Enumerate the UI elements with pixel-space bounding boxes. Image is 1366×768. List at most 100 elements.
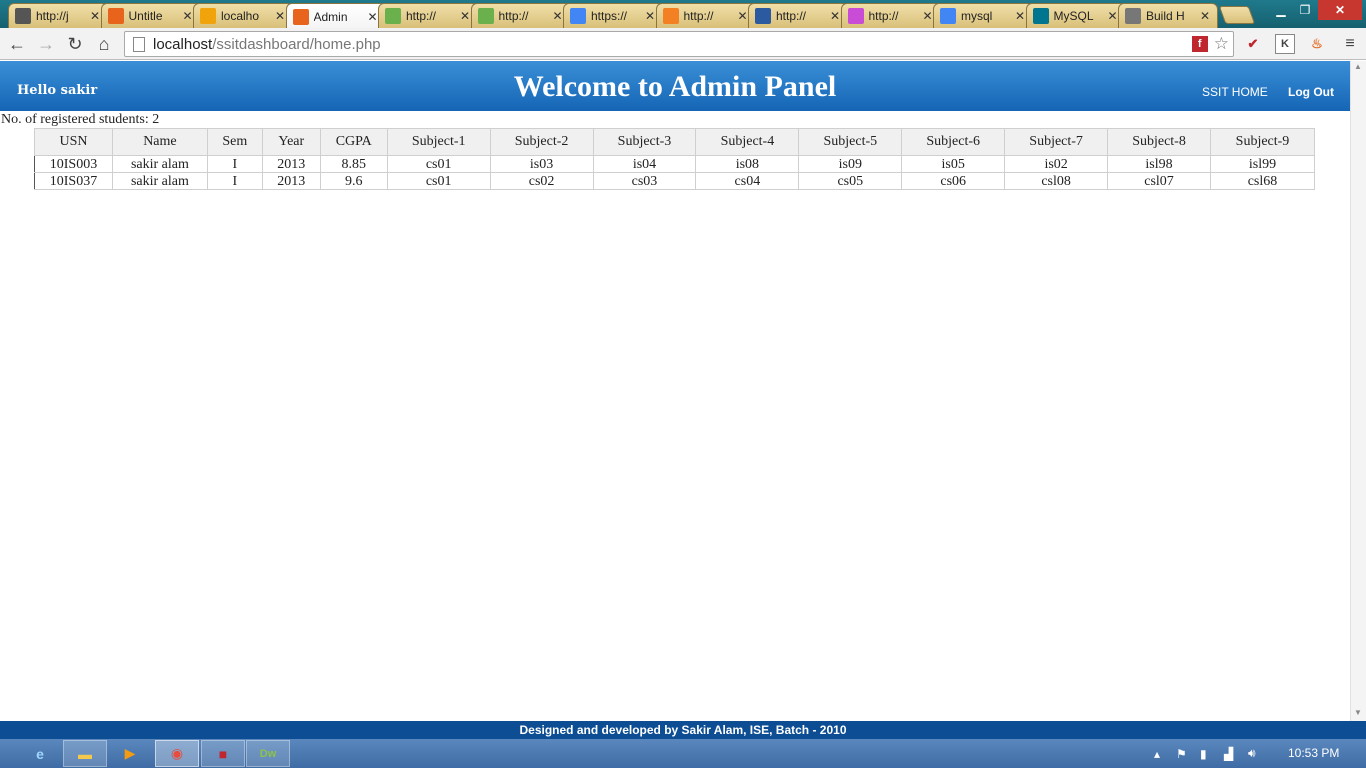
admin-header: Hello sakir Welcome to Admin Panel SSIT … xyxy=(0,61,1350,111)
browser-tab[interactable]: http:// ✕ xyxy=(840,3,941,28)
close-tab-icon[interactable]: ✕ xyxy=(459,9,471,23)
chrome-icon[interactable]: ◉ xyxy=(155,740,199,767)
table-cell: cs01 xyxy=(386,172,491,190)
address-bar[interactable]: localhost /ssitdashboard/home.php f ☆ xyxy=(124,31,1234,57)
close-tab-icon[interactable]: ✕ xyxy=(644,9,656,23)
tab-title: Build H xyxy=(1146,9,1185,23)
color-wheel-icon xyxy=(847,8,864,24)
close-tab-icon[interactable]: ✕ xyxy=(922,9,934,23)
close-tab-icon[interactable]: ✕ xyxy=(274,9,286,23)
table-cell: I xyxy=(206,172,263,190)
table-cell: 8.85 xyxy=(319,155,388,173)
table-cell: cs02 xyxy=(489,172,594,190)
close-tab-icon[interactable]: ✕ xyxy=(367,10,379,24)
browser-tab[interactable]: http:// ✕ xyxy=(748,3,848,28)
scroll-down-arrow-icon[interactable]: ▼ xyxy=(1350,708,1366,720)
scroll-up-arrow-icon[interactable]: ▲ xyxy=(1350,62,1366,74)
column-header: Subject-3 xyxy=(592,128,697,156)
close-window-button[interactable]: ✕ xyxy=(1318,0,1362,20)
close-tab-icon[interactable]: ✕ xyxy=(89,9,101,23)
browser-tab[interactable]: Admin ✕ xyxy=(285,3,386,29)
table-cell: 2013 xyxy=(261,172,321,190)
home-icon[interactable]: ⌂ xyxy=(92,32,116,56)
close-tab-icon[interactable]: ✕ xyxy=(552,9,564,23)
column-header: Subject-2 xyxy=(489,128,594,156)
tab-title: MySQL xyxy=(1053,9,1094,23)
browser-tab[interactable]: http:// ✕ xyxy=(655,3,756,28)
browser-tab[interactable]: MySQL ✕ xyxy=(1025,3,1126,28)
action-center-icon[interactable]: ⚑ xyxy=(1176,739,1187,768)
bookmark-star-icon[interactable]: ☆ xyxy=(1214,34,1229,54)
network-icon[interactable]: ▟ xyxy=(1224,739,1233,768)
page-title: Welcome to Admin Panel xyxy=(513,70,837,103)
reload-icon[interactable]: ↻ xyxy=(63,32,87,56)
logout-link[interactable]: Log Out xyxy=(1288,85,1334,99)
browser-tab[interactable]: http:// ✕ xyxy=(470,3,571,28)
table-cell: sakir alam xyxy=(111,155,208,173)
new-tab-button[interactable] xyxy=(1218,6,1256,24)
minimize-window-button[interactable]: ▁ xyxy=(1270,0,1292,20)
file-explorer-icon[interactable]: ▬ xyxy=(63,740,107,767)
xampp-icon xyxy=(292,8,309,25)
media-player-icon[interactable]: ▶ xyxy=(108,740,152,767)
java-icon[interactable]: ♨ xyxy=(1307,34,1327,54)
browser-tab[interactable]: http://j ✕ xyxy=(8,3,108,28)
menu-icon[interactable]: ≡ xyxy=(1340,34,1360,54)
column-header: Subject-9 xyxy=(1209,128,1316,156)
close-tab-icon[interactable]: ✕ xyxy=(737,9,749,23)
back-arrow-icon[interactable]: ← xyxy=(5,32,29,56)
column-header: Subject-1 xyxy=(386,128,491,156)
battery-icon[interactable]: ▮ xyxy=(1200,739,1207,768)
column-header: Year xyxy=(261,128,321,156)
table-cell: csl08 xyxy=(1004,172,1109,190)
page-icon xyxy=(755,8,771,24)
windows-taskbar: e ▬ ▶ ◉ ■ Dw ▴ ⚑ ▮ ▟ 🔊︎ 10:53 PM xyxy=(0,739,1366,768)
tray-expand-icon[interactable]: ▴ xyxy=(1154,739,1160,768)
table-row: 10IS037 sakir alam I 2013 9.6 cs01 cs02 cs03 cs0… xyxy=(34,172,1316,190)
url-path: /ssitdashboard/home.php xyxy=(212,35,381,53)
table-cell: is05 xyxy=(901,155,1006,173)
extension-antivirus-icon[interactable]: ✔ xyxy=(1243,34,1263,54)
browser-tab[interactable]: https:// ✕ xyxy=(563,3,663,28)
table-header-row: USN Name Sem Year CGPA Subject-1 Subject-2 Subj… xyxy=(34,128,1316,156)
browser-tab[interactable]: localho ✕ xyxy=(193,3,293,28)
internet-explorer-icon[interactable]: e xyxy=(18,740,62,767)
close-tab-icon[interactable]: ✕ xyxy=(182,9,194,23)
browser-tab[interactable]: http:// ✕ xyxy=(378,3,478,28)
tab-title: http:// xyxy=(406,9,437,23)
table-cell: cs03 xyxy=(592,172,697,190)
tab-title: http:// xyxy=(776,9,807,23)
browser-tab[interactable]: Untitle ✕ xyxy=(100,3,201,28)
filezilla-icon[interactable]: ■ xyxy=(201,740,245,767)
close-tab-icon[interactable]: ✕ xyxy=(829,9,841,23)
xampp-icon xyxy=(107,8,124,24)
close-tab-icon[interactable]: ✕ xyxy=(1107,9,1119,23)
extension-k-icon[interactable]: K xyxy=(1275,34,1295,54)
browser-tab[interactable]: mysql ✕ xyxy=(933,3,1033,28)
column-header: Subject-8 xyxy=(1107,128,1211,156)
volume-icon[interactable]: 🔊︎ xyxy=(1248,739,1256,768)
table-cell: 10IS003 xyxy=(34,155,113,173)
students-table: USN Name Sem Year CGPA Subject-1 Subject-2 Subj… xyxy=(34,128,1316,190)
close-tab-icon[interactable]: ✕ xyxy=(1014,9,1026,23)
tab-title: Admin xyxy=(313,9,348,24)
ssit-home-link[interactable]: SSIT HOME xyxy=(1202,85,1268,99)
forward-arrow-icon[interactable]: → xyxy=(34,32,58,56)
maximize-window-button[interactable]: ❐ xyxy=(1294,0,1316,20)
stackoverflow-icon xyxy=(662,8,679,24)
flash-blocked-icon[interactable]: f xyxy=(1191,36,1208,52)
url-host: localhost xyxy=(153,35,213,53)
column-header: Subject-6 xyxy=(901,128,1006,156)
browser-tab[interactable]: Build H ✕ xyxy=(1118,3,1218,28)
vertical-scrollbar[interactable] xyxy=(1350,61,1366,721)
dreamweaver-icon[interactable]: Dw xyxy=(246,740,290,767)
w3schools-icon xyxy=(385,8,401,24)
table-cell: cs05 xyxy=(798,172,903,190)
registered-count: No. of registered students: 2 xyxy=(1,112,160,127)
page-footer: Designed and developed by Sakir Alam, IS… xyxy=(0,721,1366,739)
table-cell: is09 xyxy=(798,155,903,173)
table-cell: is02 xyxy=(1004,155,1109,173)
mysql-icon xyxy=(1032,8,1049,24)
column-header: Name xyxy=(111,128,208,156)
close-tab-icon[interactable]: ✕ xyxy=(1199,9,1211,23)
